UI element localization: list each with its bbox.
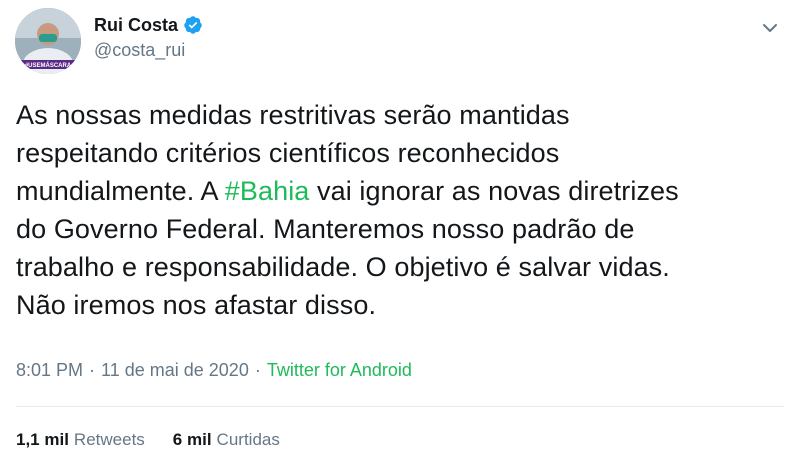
chevron-down-icon[interactable]	[762, 20, 778, 36]
name-row: Rui Costa	[94, 13, 203, 37]
tweet-text: As nossas medidas restritivas serão mant…	[16, 96, 786, 324]
hashtag-link[interactable]: #Bahia	[225, 176, 310, 206]
tweet-time[interactable]: 8:01 PM	[16, 360, 83, 381]
divider	[16, 406, 784, 407]
author-info: Rui Costa @costa_rui	[94, 13, 203, 61]
tweet-stats: 1,1 mil Retweets 6 mil Curtidas	[16, 430, 280, 450]
likes-label: Curtidas	[216, 430, 280, 449]
verified-badge-icon	[183, 15, 203, 35]
display-name[interactable]: Rui Costa	[94, 15, 178, 36]
retweets-label: Retweets	[73, 430, 145, 449]
meta-separator-2: ·	[254, 360, 261, 380]
likes-count: 6 mil	[172, 430, 212, 449]
avatar-image: #USEMÁSCARA	[15, 8, 81, 74]
user-handle[interactable]: @costa_rui	[94, 40, 203, 61]
tweet-card: #USEMÁSCARA Rui Costa @costa_rui As noss…	[0, 0, 800, 470]
tweet-meta: 8:01 PM · 11 de mai de 2020 · Twitter fo…	[16, 360, 412, 381]
avatar-badge-text: #USEMÁSCARA	[25, 62, 72, 69]
retweets-count: 1,1 mil	[16, 430, 69, 449]
likes-stat[interactable]: 6 mil Curtidas	[173, 430, 280, 450]
meta-separator: ·	[89, 360, 96, 380]
tweet-date[interactable]: 11 de mai de 2020	[101, 360, 249, 381]
avatar[interactable]: #USEMÁSCARA	[15, 8, 81, 74]
tweet-source-link[interactable]: Twitter for Android	[267, 360, 412, 381]
retweets-stat[interactable]: 1,1 mil Retweets	[16, 430, 145, 450]
